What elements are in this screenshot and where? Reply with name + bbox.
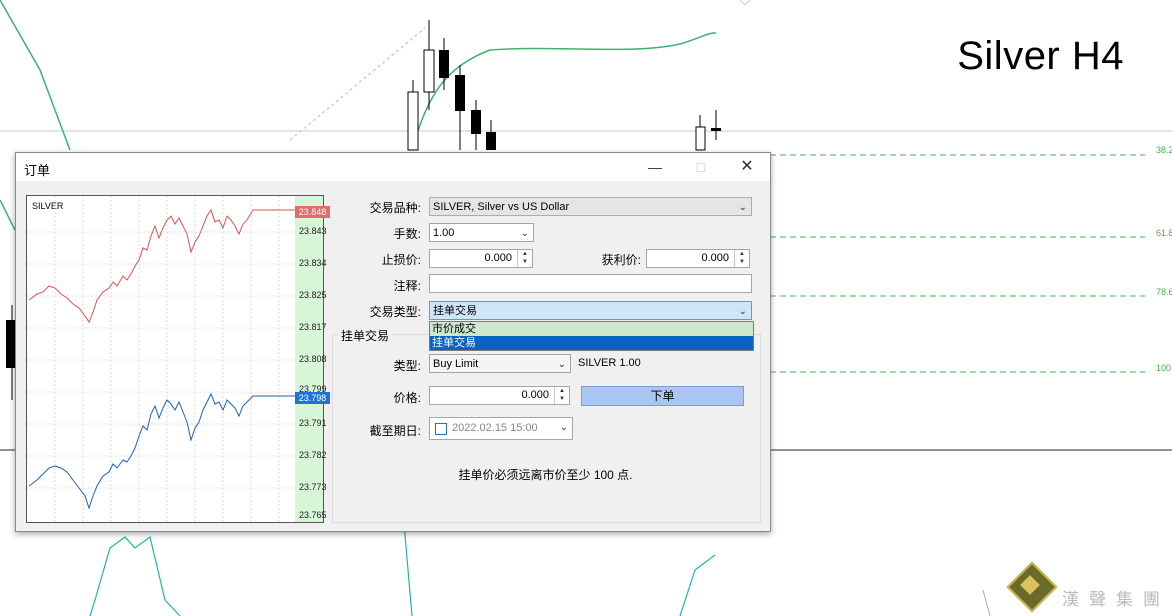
comment-input[interactable] <box>429 274 752 293</box>
pending-type-select[interactable]: Buy Limit ⌄ <box>429 354 571 373</box>
logo-name: 漢聲集團 <box>1062 590 1170 610</box>
dialog-titlebar[interactable]: 订单 — □ ✕ <box>16 153 770 181</box>
order-type-label: 交易类型: <box>369 305 421 319</box>
chevron-down-icon: ⌄ <box>557 359 566 370</box>
close-button[interactable]: ✕ <box>724 153 770 181</box>
spin-down-icon[interactable]: ▼ <box>735 258 749 266</box>
price-value: 0.000 <box>521 389 549 401</box>
price-label: 23.825 <box>299 290 327 300</box>
take-profit-spinner[interactable]: ▲ ▼ <box>734 250 749 267</box>
place-order-button[interactable]: 下单 <box>581 386 744 406</box>
volume-select[interactable]: 1.00 ⌄ <box>429 223 534 242</box>
spin-up-icon[interactable]: ▲ <box>735 250 749 258</box>
price-label: 23.791 <box>299 418 327 428</box>
order-type-value: 挂单交易 <box>433 305 477 317</box>
stop-loss-spinner[interactable]: ▲ ▼ <box>517 250 532 267</box>
symbol-select[interactable]: SILVER, Silver vs US Dollar ⌄ <box>429 197 752 216</box>
price-label: 价格: <box>393 391 421 405</box>
expiry-date-picker[interactable]: 2022.02.15 15:00 ⌄ <box>429 417 573 440</box>
expiry-label: 截至期日: <box>369 424 421 438</box>
stop-loss-input[interactable]: 0.000 ▲ ▼ <box>429 249 533 268</box>
take-profit-input[interactable]: 0.000 ▲ ▼ <box>646 249 750 268</box>
spin-up-icon[interactable]: ▲ <box>555 387 569 395</box>
price-label: 23.799 <box>299 384 327 394</box>
fib-label-78: 78.6 <box>1156 287 1172 297</box>
take-profit-value: 0.000 <box>701 252 729 264</box>
ask-line <box>28 208 295 324</box>
pending-group-title: 挂单交易 <box>338 327 393 344</box>
pending-info-text: 挂单价必须远离市价至少 100 点. <box>458 468 633 482</box>
chevron-down-icon: ⌄ <box>559 422 568 433</box>
fib-label-38: 38.2 <box>1156 145 1172 155</box>
stop-loss-label: 止损价: <box>381 253 421 267</box>
option-pending-order[interactable]: 挂单交易 <box>430 336 753 350</box>
chevron-down-icon: ⌄ <box>520 228 529 239</box>
chevron-down-icon: ⌄ <box>738 202 747 213</box>
chart-title: Silver H4 <box>957 34 1124 78</box>
symbol-volume-info: SILVER 1.00 <box>578 357 641 369</box>
take-profit-label: 获利价: <box>601 253 641 267</box>
pending-type-value: Buy Limit <box>433 358 479 370</box>
option-market-execution[interactable]: 市价成交 <box>430 322 753 336</box>
price-label: 23.808 <box>299 354 327 364</box>
bid-line <box>28 392 295 510</box>
spin-down-icon[interactable]: ▼ <box>518 258 532 266</box>
chevron-down-icon: ⌄ <box>738 306 747 317</box>
expiry-checkbox[interactable] <box>435 423 447 435</box>
brand-logo: 漢聲集團 <box>1006 561 1172 616</box>
symbol-label: 交易品种: <box>369 201 421 215</box>
spin-up-icon[interactable]: ▲ <box>518 250 532 258</box>
price-input[interactable]: 0.000 ▲ ▼ <box>429 386 570 405</box>
price-label: 23.773 <box>299 482 327 492</box>
dialog-title: 订单 <box>24 163 51 178</box>
ask-price-tag: 23.848 <box>295 206 330 218</box>
price-spinner[interactable]: ▲ ▼ <box>554 387 569 404</box>
price-label: 23.834 <box>299 258 327 268</box>
price-label: 23.817 <box>299 322 327 332</box>
spin-down-icon[interactable]: ▼ <box>555 395 569 403</box>
order-type-select[interactable]: 挂单交易 ⌄ <box>429 301 752 320</box>
comment-label: 注释: <box>393 279 421 293</box>
pending-type-label: 类型: <box>393 359 421 373</box>
price-label: 23.765 <box>299 510 327 520</box>
volume-select-value: 1.00 <box>433 227 455 239</box>
fib-label-100: 100.0 <box>1156 363 1172 373</box>
stop-loss-value: 0.000 <box>484 252 512 264</box>
order-dialog: 订单 — □ ✕ SILVER 23.848 23.798 23.843 23.… <box>15 152 771 532</box>
fib-label-61: 61.8 <box>1156 228 1172 238</box>
order-type-dropdown: 市价成交 挂单交易 <box>429 321 754 351</box>
tick-chart: SILVER 23.848 23.798 23.843 23.834 23.82… <box>26 195 330 523</box>
minimize-button[interactable]: — <box>632 153 678 181</box>
price-label: 23.843 <box>299 226 327 236</box>
tick-chart-plot <box>27 196 295 522</box>
maximize-button[interactable]: □ <box>678 153 724 181</box>
price-label: 23.782 <box>299 450 327 460</box>
expiry-date-value: 2022.02.15 15:00 <box>452 422 538 434</box>
symbol-select-value: SILVER, Silver vs US Dollar <box>433 201 570 213</box>
volume-label: 手数: <box>393 227 421 241</box>
